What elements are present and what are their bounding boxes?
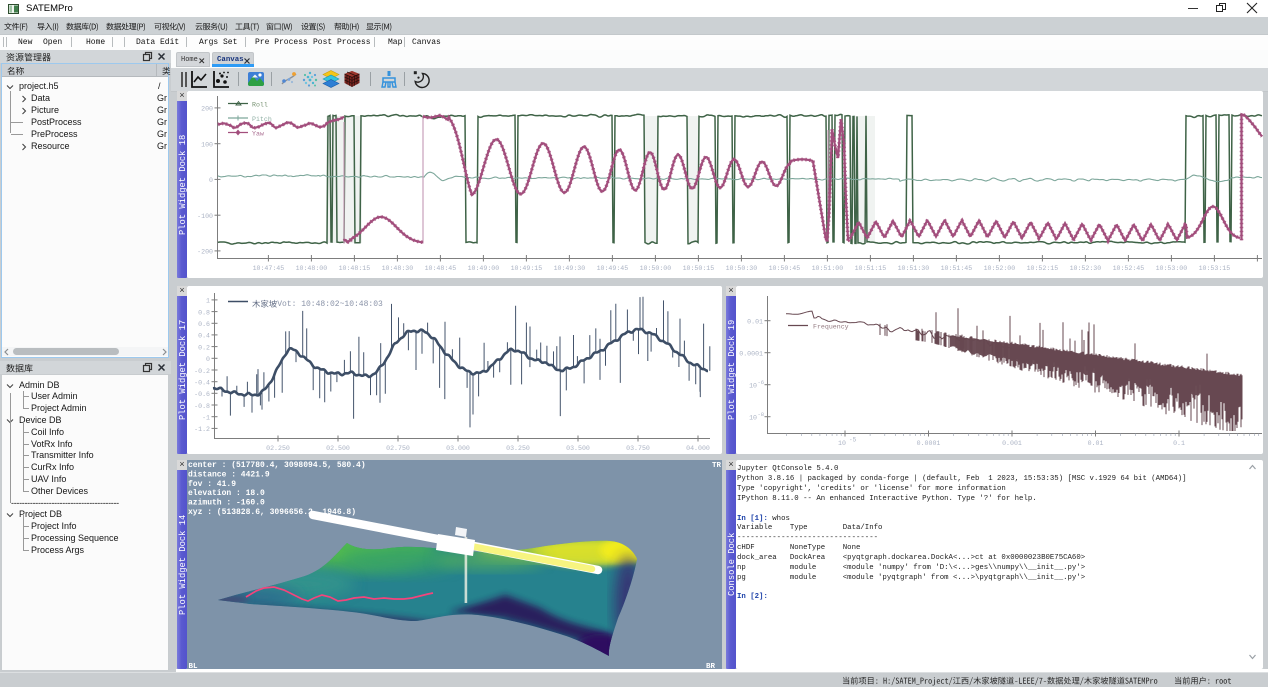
svg-text:10:48:15: 10:48:15 <box>339 265 371 272</box>
svg-text:10:51:15: 10:51:15 <box>855 265 887 272</box>
svg-text:-0.6: -0.6 <box>194 391 210 398</box>
svg-text:0.4: 0.4 <box>198 333 210 340</box>
svg-text:10:48:00: 10:48:00 <box>296 265 328 272</box>
svg-text:Pitch: Pitch <box>252 116 272 123</box>
svg-text:10:48:30: 10:48:30 <box>382 265 414 272</box>
svg-text:0.1: 0.1 <box>1173 440 1185 447</box>
svg-text:02.750: 02.750 <box>386 445 410 452</box>
svg-text:Yaw: Yaw <box>252 131 264 138</box>
svg-text:1: 1 <box>206 298 210 305</box>
svg-text:0: 0 <box>206 356 210 363</box>
svg-text:10:49:15: 10:49:15 <box>511 265 543 272</box>
svg-text:10:50:30: 10:50:30 <box>726 265 758 272</box>
svg-text:xyz : (513828.6, 3096656.2, 19: xyz : (513828.6, 3096656.2, 1946.8) <box>188 508 356 517</box>
svg-text:10:47:45: 10:47:45 <box>253 265 285 272</box>
svg-text:10:51:30: 10:51:30 <box>898 265 930 272</box>
svg-text:10:49:45: 10:49:45 <box>597 265 629 272</box>
svg-text:10:51:00: 10:51:00 <box>812 265 844 272</box>
svg-text:10:50:45: 10:50:45 <box>769 265 801 272</box>
svg-text:03.000: 03.000 <box>446 445 470 452</box>
svg-text:center : (517780.4, 3098094.5,: center : (517780.4, 3098094.5, 580.4) <box>188 461 366 470</box>
svg-text:10:50:15: 10:50:15 <box>683 265 715 272</box>
svg-text:04.000: 04.000 <box>686 445 710 452</box>
svg-text:-5: -5 <box>849 437 857 444</box>
svg-text:0.2: 0.2 <box>198 344 210 351</box>
svg-text:10:48:45: 10:48:45 <box>425 265 457 272</box>
svg-text:-6: -6 <box>758 379 765 386</box>
svg-text:-1.2: -1.2 <box>194 426 210 433</box>
svg-text:-100: -100 <box>197 213 213 220</box>
svg-text:10:52:15: 10:52:15 <box>1027 265 1059 272</box>
svg-text:10:49:30: 10:49:30 <box>554 265 586 272</box>
svg-text:-0.8: -0.8 <box>194 403 210 410</box>
svg-text:03.500: 03.500 <box>566 445 590 452</box>
svg-text:0: 0 <box>209 177 213 184</box>
svg-text:0.001: 0.001 <box>1002 440 1022 447</box>
svg-text:0.01: 0.01 <box>747 319 763 326</box>
svg-text:0.01: 0.01 <box>1088 440 1104 447</box>
svg-text:02.250: 02.250 <box>266 445 290 452</box>
svg-text:0.6: 0.6 <box>198 321 210 328</box>
svg-text:-200: -200 <box>197 249 213 256</box>
svg-text:-1: -1 <box>202 415 210 422</box>
svg-text:100: 100 <box>201 142 213 149</box>
svg-text:0.0001: 0.0001 <box>739 351 763 358</box>
svg-text:10:49:00: 10:49:00 <box>468 265 500 272</box>
svg-text:-0.2: -0.2 <box>194 368 210 375</box>
svg-text:fov : 41.9: fov : 41.9 <box>188 480 236 489</box>
svg-text:TR: TR <box>712 462 722 470</box>
svg-text:03.750: 03.750 <box>626 445 650 452</box>
svg-text:0.8: 0.8 <box>198 309 210 316</box>
svg-text:10:52:30: 10:52:30 <box>1070 265 1102 272</box>
svg-text:azimuth : -160.0: azimuth : -160.0 <box>188 499 265 508</box>
svg-text:0.0001: 0.0001 <box>917 440 941 447</box>
svg-text:Roll: Roll <box>252 102 268 109</box>
svg-text:02.500: 02.500 <box>326 445 350 452</box>
svg-text:10:51:45: 10:51:45 <box>941 265 973 272</box>
svg-text:10: 10 <box>749 415 757 422</box>
svg-text:elevation : 18.0: elevation : 18.0 <box>188 489 265 498</box>
svg-text:10:50:00: 10:50:00 <box>640 265 672 272</box>
svg-text:10: 10 <box>838 440 846 447</box>
svg-text:-8: -8 <box>758 411 765 418</box>
svg-text:03.250: 03.250 <box>506 445 530 452</box>
svg-text:10:52:00: 10:52:00 <box>984 265 1016 272</box>
svg-text:10: 10 <box>749 383 757 390</box>
svg-text:200: 200 <box>201 106 213 113</box>
svg-text:-0.4: -0.4 <box>194 380 210 387</box>
svg-text:Frequency: Frequency <box>813 324 849 331</box>
svg-text:10:53:15: 10:53:15 <box>1199 265 1231 272</box>
svg-text:10:53:00: 10:53:00 <box>1156 265 1188 272</box>
svg-text:10:52:45: 10:52:45 <box>1113 265 1145 272</box>
svg-text:distance : 4421.9: distance : 4421.9 <box>188 470 270 479</box>
